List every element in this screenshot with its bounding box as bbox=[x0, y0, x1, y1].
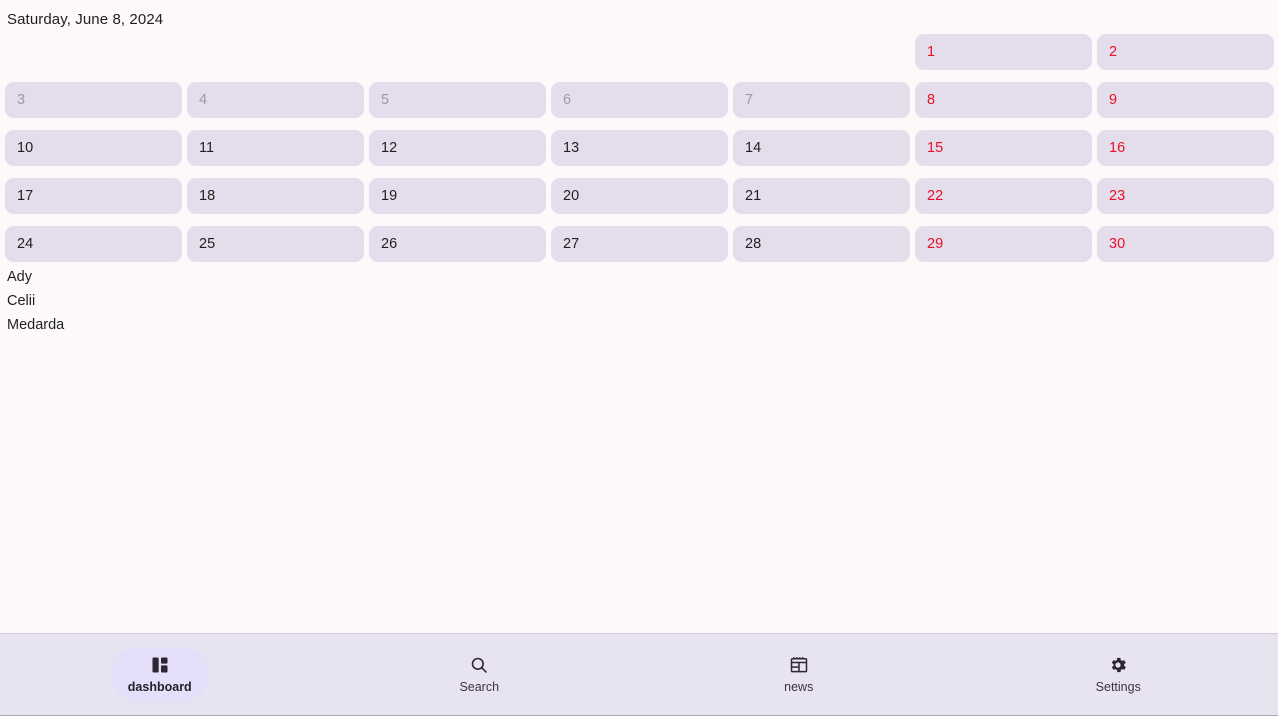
nav-item-label: dashboard bbox=[127, 680, 192, 694]
calendar-day-cell[interactable]: 29 bbox=[915, 226, 1092, 262]
calendar-day-cell[interactable]: 28 bbox=[733, 226, 910, 262]
gear-icon bbox=[1108, 654, 1128, 676]
calendar-day-cell[interactable]: 10 bbox=[5, 130, 182, 166]
calendar-day-cell-empty bbox=[733, 34, 910, 70]
calendar-week-row: 17 18 19 20 21 22 23 bbox=[0, 172, 1278, 220]
calendar-week-row: 10 11 12 13 14 15 16 bbox=[0, 124, 1278, 172]
calendar-day-cell[interactable]: 22 bbox=[915, 178, 1092, 214]
calendar-day-cell[interactable]: 19 bbox=[369, 178, 546, 214]
calendar-week-row: 24 25 26 27 28 29 30 bbox=[0, 220, 1278, 268]
calendar-grid: 1 2 3 4 5 6 7 8 9 10 11 12 13 14 15 16 17 18 19 20 21 22 23 24 2… bbox=[0, 28, 1278, 268]
calendar-week-row: 12 bbox=[0, 28, 1278, 76]
search-icon bbox=[469, 654, 489, 676]
calendar-day-cell[interactable]: 4 bbox=[187, 82, 364, 118]
calendar-day-cell-empty bbox=[5, 34, 182, 70]
calendar-day-cell[interactable]: 7 bbox=[733, 82, 910, 118]
calendar-day-cell[interactable]: 17 bbox=[5, 178, 182, 214]
nav-item-content: dashboard bbox=[109, 647, 210, 702]
calendar-day-cell[interactable]: 11 bbox=[187, 130, 364, 166]
list-item: Celii bbox=[7, 293, 36, 309]
nav-item-label: Search bbox=[459, 680, 500, 694]
calendar-day-cell[interactable]: 13 bbox=[551, 130, 728, 166]
calendar-day-cell[interactable]: 14 bbox=[733, 130, 910, 166]
calendar-day-cell[interactable]: 16 bbox=[1097, 130, 1274, 166]
calendar-day-cell[interactable]: 2 bbox=[1097, 34, 1274, 70]
calendar-day-cell[interactable]: 25 bbox=[187, 226, 364, 262]
list-item: Ady bbox=[7, 269, 32, 285]
calendar-day-cell[interactable]: 8 bbox=[915, 82, 1092, 118]
calendar-day-cell-empty bbox=[369, 34, 546, 70]
calendar-day-cell[interactable]: 6 bbox=[551, 82, 728, 118]
calendar-day-cell[interactable]: 18 bbox=[187, 178, 364, 214]
list-item: Medarda bbox=[7, 317, 65, 333]
calendar-day-cell[interactable]: 30 bbox=[1097, 226, 1274, 262]
nav-item-label: news bbox=[784, 680, 814, 694]
calendar-week-row: 3456789 bbox=[0, 76, 1278, 124]
calendar-day-cell-empty bbox=[187, 34, 364, 70]
nav-item-label: Settings bbox=[1095, 680, 1141, 694]
calendar-day-cell[interactable]: 23 bbox=[1097, 178, 1274, 214]
calendar-day-cell[interactable]: 12 bbox=[369, 130, 546, 166]
calendar-day-cell[interactable]: 5 bbox=[369, 82, 546, 118]
calendar-day-cell[interactable]: 9 bbox=[1097, 82, 1274, 118]
nav-item-content: news bbox=[749, 648, 849, 702]
calendar-day-cell[interactable]: 3 bbox=[5, 82, 182, 118]
nav-item-content: Search bbox=[429, 648, 529, 702]
dashboard-icon bbox=[150, 654, 170, 676]
nav-item-news[interactable]: news bbox=[639, 633, 959, 716]
calendar-day-cell[interactable]: 1 bbox=[915, 34, 1092, 70]
news-icon bbox=[789, 654, 809, 676]
calendar-day-cell[interactable]: 21 bbox=[733, 178, 910, 214]
nav-item-search[interactable]: Search bbox=[320, 633, 640, 716]
calendar-day-cell[interactable]: 15 bbox=[915, 130, 1092, 166]
nav-item-content: Settings bbox=[1068, 648, 1168, 702]
calendar-day-cell[interactable]: 20 bbox=[551, 178, 728, 214]
calendar-day-cell[interactable]: 24 bbox=[5, 226, 182, 262]
bottom-navigation-bar: dashboard Search news Settings bbox=[0, 633, 1278, 716]
current-date-label: Saturday, June 8, 2024 bbox=[7, 11, 164, 28]
nav-item-dashboard[interactable]: dashboard bbox=[0, 633, 320, 716]
calendar-day-cell[interactable]: 27 bbox=[551, 226, 728, 262]
calendar-day-cell[interactable]: 26 bbox=[369, 226, 546, 262]
nav-item-settings[interactable]: Settings bbox=[959, 633, 1278, 716]
calendar-day-cell-empty bbox=[551, 34, 728, 70]
names-list: Ady Celii Medarda bbox=[7, 265, 407, 337]
